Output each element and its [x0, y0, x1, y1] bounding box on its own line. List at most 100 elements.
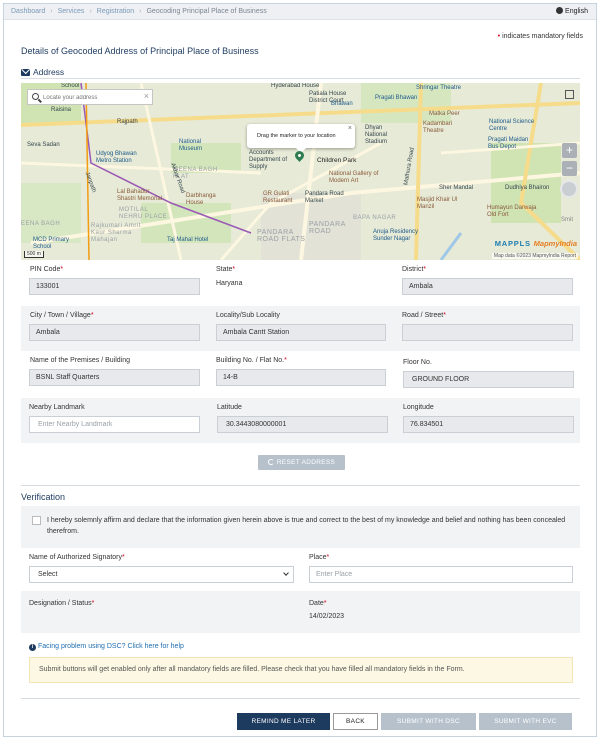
declaration-box: I hereby solemnly affirm and declare tha…: [21, 506, 580, 548]
map-label-sher-mandal: Sher Mandal: [439, 185, 474, 191]
place-label: Place*: [309, 554, 330, 561]
zoom-in-button[interactable]: +: [562, 143, 577, 158]
map-label-matka-peer: Matka Peer: [429, 111, 460, 117]
map-label-pandara-flats: PANDARA ROAD FLATS: [257, 229, 306, 243]
refresh-icon: [267, 459, 274, 465]
map-search-box[interactable]: ×: [27, 89, 153, 105]
floor-field[interactable]: GROUND FLOOR: [403, 371, 574, 388]
locality-label: Locality/Sub Locality: [216, 312, 280, 319]
map-attribution[interactable]: Map data ©2023 MapmyIndia Report: [491, 253, 578, 259]
district-field[interactable]: Ambala: [402, 278, 573, 295]
tooltip-close-icon[interactable]: ×: [348, 125, 352, 132]
map-label-accounts: Accounts Department of Supply: [249, 150, 288, 170]
dsc-help-text: Facing problem using DSC? Click here for…: [38, 643, 184, 650]
mappls-logo: MAPPLS MapmyIndia: [495, 239, 577, 248]
language-selector[interactable]: English: [556, 7, 588, 15]
map-label-ngma: National Gallery of Modern Art: [329, 171, 379, 184]
search-icon: [32, 93, 39, 100]
signatory-select-value: Select: [38, 571, 58, 578]
page-title: Details of Geocoded Address of Principal…: [21, 46, 259, 56]
longitude-field[interactable]: 76.834501: [403, 416, 574, 433]
latitude-field[interactable]: 30.3443080000001: [217, 416, 388, 433]
breadcrumb-dashboard[interactable]: Dashboard: [11, 8, 45, 15]
address-heading-text: Address: [33, 67, 65, 77]
locality-field[interactable]: Ambala Cantt Station: [216, 324, 386, 341]
breadcrumb-bar: Dashboard › Services › Registration › Geocodin…: [4, 4, 596, 20]
map-label-nsc: National Science Centre: [489, 119, 535, 132]
district-label: District*: [402, 266, 427, 273]
map-label-rajkumari: Rajkumari Amrit Kaur Sharma Mahajan: [91, 223, 141, 243]
chevron-down-icon: [283, 570, 289, 576]
globe-icon: [556, 7, 564, 14]
map-label-pandara-market: Pandara Road Market: [305, 191, 344, 204]
reset-address-button[interactable]: RESET ADDRESS: [258, 455, 345, 470]
map-label-humayun: Humayun Darwaja Old Fort: [487, 205, 537, 218]
map-scale: 500 m: [24, 251, 44, 258]
envelope-icon: [21, 69, 30, 76]
map-label-taj: Taj Mahal Hotel: [167, 237, 209, 243]
breadcrumb-current: Geocoding Principal Place of Business: [146, 8, 267, 15]
map-view[interactable]: × Hyderabad House Patiala House District…: [21, 83, 580, 260]
premises-field[interactable]: BSNL Staff Quarters: [29, 369, 200, 386]
city-label: City / Town / Village*: [30, 312, 94, 319]
date-label: Date*: [309, 600, 327, 607]
fullscreen-icon[interactable]: [565, 90, 574, 99]
map-label-rajpath: Rajpath: [117, 119, 138, 125]
pin-code-field[interactable]: 133001: [29, 278, 200, 295]
map-label-darbhanga: Darbhanga House: [186, 193, 216, 206]
city-field[interactable]: Ambala: [29, 324, 200, 341]
zoom-out-button[interactable]: −: [562, 161, 577, 176]
longitude-label: Longitude: [403, 404, 434, 411]
breadcrumb-registration[interactable]: Registration: [97, 8, 134, 15]
road-field[interactable]: [402, 324, 573, 341]
clear-icon[interactable]: ×: [144, 91, 149, 101]
map-label-anuja: Anuja Residency Sunder Nagar: [373, 229, 419, 242]
landmark-field[interactable]: Enter Nearby Landmark: [29, 416, 200, 433]
remind-me-later-button[interactable]: REMIND ME LATER: [237, 713, 330, 730]
submit-with-dsc-button[interactable]: SUBMIT WITH DSC: [381, 713, 476, 730]
landmark-label: Nearby Landmark: [29, 404, 85, 411]
language-label: English: [565, 8, 588, 15]
declaration-text: I hereby solemnly affirm and declare tha…: [47, 517, 566, 535]
back-button[interactable]: BACK: [333, 713, 378, 730]
map-label-meena-bagh: MEENA BAGH FLAT: [173, 167, 218, 180]
marker-tooltip-text: Drag the marker to your location: [257, 133, 336, 139]
map-label-motilal: MOTILAL NEHRU PLACE: [119, 207, 168, 220]
breadcrumb-services[interactable]: Services: [58, 8, 85, 15]
latitude-label: Latitude: [217, 404, 242, 411]
building-label: Building No. / Flat No.*: [216, 357, 287, 364]
building-field[interactable]: 14-B: [216, 369, 386, 386]
compass-icon[interactable]: [560, 180, 578, 198]
state-value: Haryana: [216, 280, 243, 287]
map-label-gr-gulati: GR Gulati Restaurant: [263, 191, 293, 204]
info-icon: i: [29, 644, 36, 651]
map-label-pragati-bhawan: Pragati Bhawan: [375, 95, 418, 101]
road-label: Road / Street*: [402, 312, 446, 319]
submit-with-evc-button[interactable]: SUBMIT WITH EVC: [479, 713, 572, 730]
map-label-smit: Smit: [561, 217, 573, 223]
mandatory-note: • indicates mandatory fields: [498, 33, 583, 40]
map-search-input[interactable]: [43, 92, 135, 103]
place-field[interactable]: Enter Place: [309, 566, 573, 583]
floor-label: Floor No.: [403, 359, 432, 366]
map-label-national-museum: National Museum: [179, 139, 203, 152]
signatory-select[interactable]: Select: [29, 566, 294, 583]
required-star: •: [497, 33, 501, 40]
signatory-label: Name of Authorized Signatory*: [29, 554, 125, 561]
divider: [21, 78, 580, 79]
declaration-checkbox[interactable]: [32, 516, 41, 525]
premises-label: Name of the Premises / Building: [30, 357, 130, 364]
map-label-pragati-maidan: Pragati Maidan Bus Depot: [488, 137, 529, 150]
dsc-help-link[interactable]: i Facing problem using DSC? Click here fo…: [29, 643, 184, 651]
divider: [21, 485, 580, 486]
map-label-shringar: Shringar Theatre: [416, 85, 461, 91]
map-label-khair: Masjid Khair Ul Manzil: [417, 197, 458, 210]
map-label-bhawan: Bhawan: [331, 101, 353, 107]
map-label-udyog: Udyog Bhawan Metro Station: [96, 151, 137, 164]
verification-title: Verification: [21, 492, 66, 502]
mappls-brand: MAPPLS: [494, 239, 531, 248]
map-label-dhyan: Dhyan National Stadium: [365, 125, 388, 145]
mapmyindia-brand: MapmyIndia: [533, 239, 577, 248]
map-label-lbs: Lal Bahadur Shastri Memorial: [117, 189, 163, 202]
map-label-dudhiya: Dudhiya Bhairon: [505, 185, 550, 191]
